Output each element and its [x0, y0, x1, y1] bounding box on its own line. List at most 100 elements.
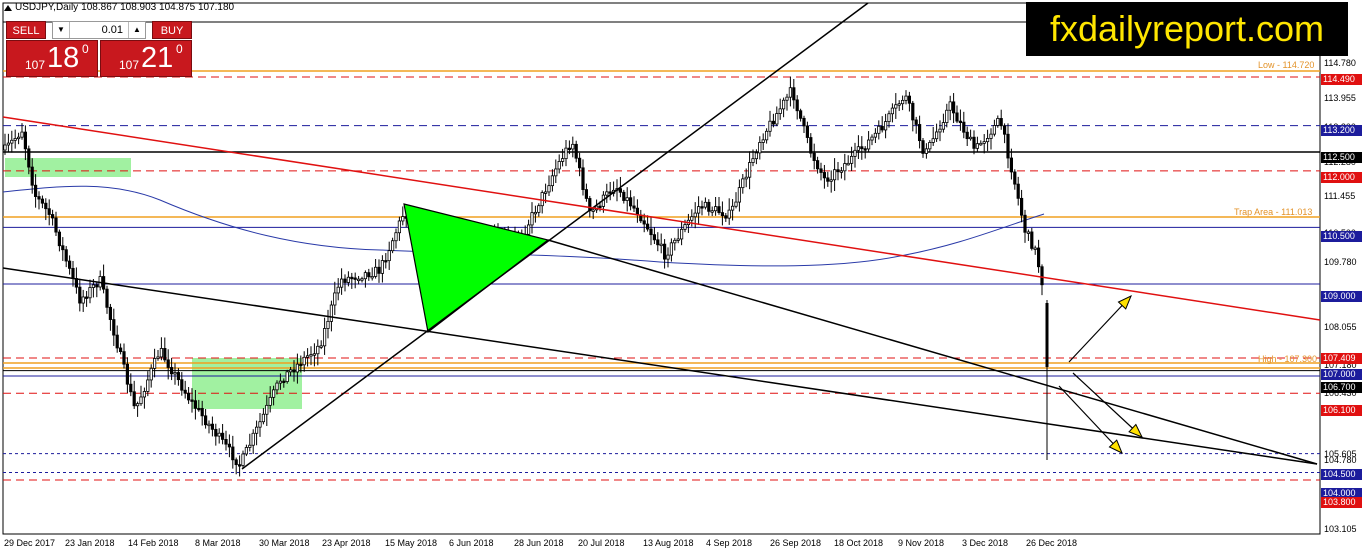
- candle-body: [564, 147, 568, 160]
- candle-body: [367, 272, 371, 278]
- buy-price-sup: 0: [176, 42, 183, 56]
- candle-body: [200, 408, 204, 417]
- candle-body: [557, 161, 561, 170]
- candle-body: [802, 117, 806, 127]
- time-axis-label: 23 Jan 2018: [65, 538, 115, 548]
- price-level-tag[interactable]: 106.700: [1321, 382, 1362, 393]
- time-axis-label: 14 Feb 2018: [128, 538, 179, 548]
- candle-body: [135, 403, 140, 407]
- sell-price-box[interactable]: 107 18 0: [6, 40, 98, 77]
- candle-body: [720, 212, 725, 217]
- candle-body: [870, 136, 874, 141]
- candle-body: [288, 369, 293, 373]
- candle-body: [254, 426, 259, 434]
- candle-body: [156, 356, 160, 359]
- ohlc-values: 108.867 108.903 104.875 107.180: [81, 2, 235, 13]
- candle-body: [928, 142, 932, 150]
- price-chart[interactable]: [0, 0, 1362, 554]
- candle-body: [268, 396, 272, 406]
- candle-body: [312, 353, 317, 356]
- candle-body: [176, 372, 180, 381]
- candle-body: [924, 148, 929, 154]
- candle-body: [914, 119, 918, 125]
- chevron-up-icon[interactable]: ▲: [128, 22, 145, 38]
- brand-watermark: fxdailyreport.com: [1026, 2, 1348, 56]
- candle-body: [921, 140, 925, 154]
- candle-body: [724, 215, 728, 219]
- price-level-tag[interactable]: 113.200: [1321, 125, 1362, 136]
- buy-button[interactable]: BUY: [152, 21, 192, 39]
- candle-body: [1037, 247, 1041, 268]
- candle-body: [700, 206, 704, 209]
- candle-body: [972, 136, 976, 149]
- candle-body: [132, 391, 136, 407]
- candle-body: [863, 148, 867, 151]
- price-level-tag[interactable]: 107.000: [1321, 369, 1362, 380]
- candle-body: [350, 276, 354, 280]
- candle-body: [945, 109, 949, 123]
- price-level-tag[interactable]: 107.409: [1321, 353, 1362, 364]
- collapse-icon[interactable]: [4, 4, 12, 11]
- price-level-tag[interactable]: 112.000: [1321, 172, 1362, 183]
- candle-body: [860, 146, 864, 150]
- candle-body: [744, 176, 748, 180]
- price-level-tag[interactable]: 109.000: [1321, 291, 1362, 302]
- lot-size-input[interactable]: ▼ 0.01 ▲: [52, 21, 146, 39]
- candle-body: [6, 142, 10, 146]
- price-level-tag[interactable]: 110.500: [1321, 231, 1362, 242]
- candle-body: [693, 212, 697, 218]
- lot-size-value[interactable]: 0.01: [102, 22, 123, 38]
- candle-body: [839, 170, 844, 173]
- trap-area-annotation: Trap Area - 111.013: [1234, 207, 1313, 217]
- candle-body: [146, 379, 150, 392]
- candle-body: [20, 131, 24, 138]
- buy-price-big: 21: [141, 42, 174, 74]
- candle-body: [122, 351, 126, 365]
- buy-price-box[interactable]: 107 21 0: [100, 40, 192, 77]
- candle-body: [982, 141, 986, 144]
- candle-body: [547, 185, 551, 193]
- chevron-down-icon[interactable]: ▼: [53, 22, 70, 38]
- chart-header: USDJPY,Daily 108.867 108.903 104.875 107…: [4, 2, 234, 13]
- candle-body: [782, 99, 786, 110]
- sell-button[interactable]: SELL: [6, 21, 46, 39]
- one-click-trading-panel: SELL ▼ 0.01 ▲ BUY 107 18 0 107 21 0: [6, 21, 192, 77]
- candle-body: [550, 175, 555, 187]
- candle-body: [1033, 247, 1037, 250]
- candle-body: [714, 206, 718, 212]
- candle-body: [690, 216, 694, 221]
- time-axis-label: 8 Mar 2018: [195, 538, 241, 548]
- price-level-tag[interactable]: 112.500: [1321, 152, 1362, 163]
- candle-body: [867, 139, 871, 150]
- candle-body: [40, 198, 45, 204]
- candle-body: [265, 404, 269, 415]
- candle-body: [540, 192, 544, 207]
- candle-body: [911, 102, 915, 121]
- candle-body: [210, 423, 214, 430]
- candle-body: [656, 239, 660, 246]
- time-axis-label: 26 Sep 2018: [770, 538, 822, 548]
- time-axis-label: 3 Dec 2018: [962, 538, 1009, 548]
- price-level-tag[interactable]: 103.800: [1321, 497, 1362, 508]
- time-axis-label: 28 Jun 2018: [514, 538, 564, 548]
- price-axis-label: 113.955: [1324, 93, 1356, 103]
- candle-body: [27, 148, 31, 168]
- candle-body: [646, 223, 650, 230]
- candle-body: [673, 239, 677, 244]
- price-level-tag[interactable]: 104.500: [1321, 469, 1362, 480]
- candle-body: [299, 363, 303, 367]
- candle-body: [751, 158, 755, 163]
- time-axis-label: 30 Mar 2018: [259, 538, 310, 548]
- price-level-tag[interactable]: 106.100: [1321, 405, 1362, 416]
- price-level-tag[interactable]: 114.490: [1321, 74, 1362, 85]
- candle-body: [1026, 231, 1030, 234]
- candle-body: [605, 191, 609, 196]
- candle-body: [159, 348, 163, 358]
- candle-body: [282, 380, 286, 384]
- candle-body: [952, 101, 956, 114]
- candle-body: [741, 178, 745, 189]
- time-axis-label: 6 Jun 2018: [449, 538, 494, 548]
- candle-body: [152, 358, 157, 369]
- candle-body: [608, 191, 612, 194]
- candle-body: [598, 205, 602, 209]
